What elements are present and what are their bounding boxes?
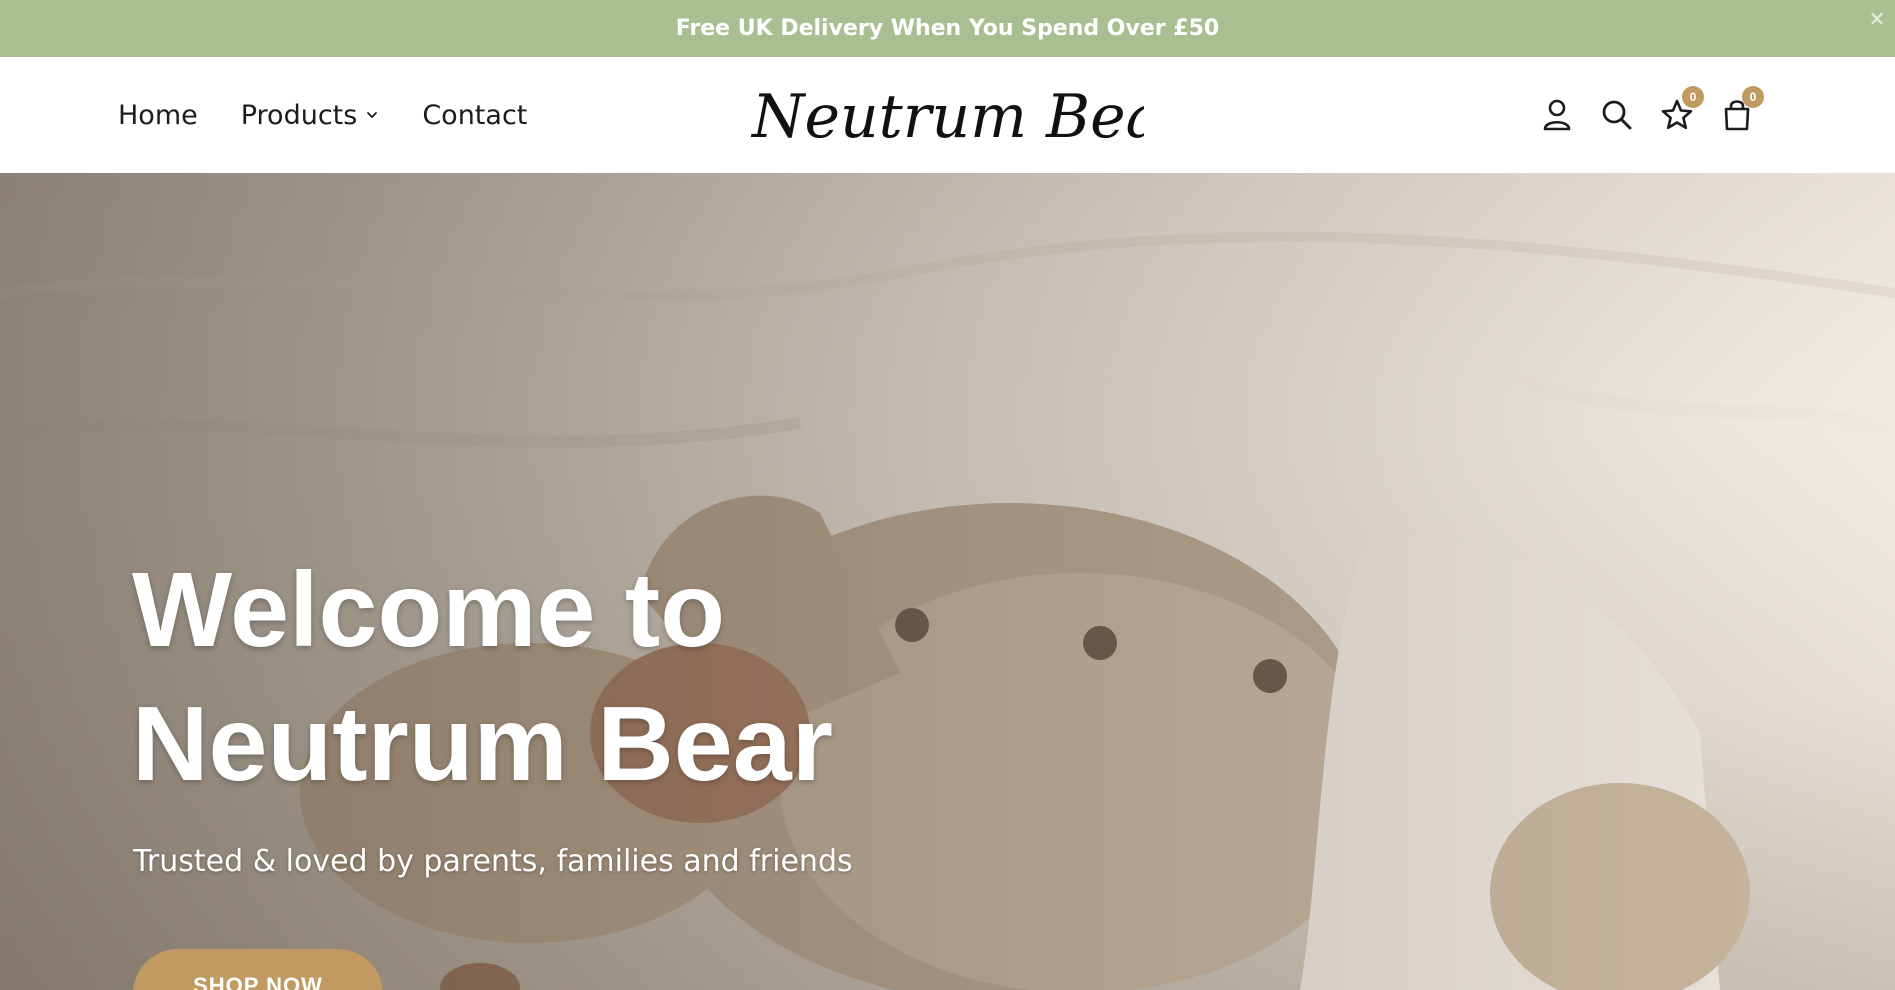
shop-now-label: SHOP NOW [193,973,323,990]
announcement-text: Free UK Delivery When You Spend Over £50 [675,16,1220,41]
account-button[interactable] [1538,96,1576,134]
logo-text: Neutrum Bear [750,82,1144,152]
search-button[interactable] [1598,96,1636,134]
site-logo[interactable]: Neutrum Bear [748,71,1193,163]
nav-item-products[interactable]: Products [241,100,380,131]
nav-home-label: Home [118,99,198,131]
cart-count-badge: 0 [1742,86,1764,108]
nav-item-contact[interactable]: Contact [422,100,527,131]
wishlist-count-badge: 0 [1682,86,1704,108]
header-actions: 0 0 [1538,57,1764,173]
announcement-bar: Free UK Delivery When You Spend Over £50… [0,0,1895,57]
close-icon[interactable]: × [1865,6,1889,30]
chevron-down-icon [367,112,378,118]
user-icon [1543,99,1571,131]
search-icon [1602,100,1632,130]
hero-title: Welcome to Neutrum Bear [132,543,1032,811]
hero-banner: Welcome to Neutrum Bear Trusted & loved … [0,173,1895,990]
hero-title-line2: Neutrum Bear [132,685,833,803]
site-header: Home Products Contact Neutrum Bear [0,57,1895,173]
cart-button[interactable]: 0 [1718,86,1764,134]
hero-title-line1: Welcome to [132,551,725,669]
hero-subtitle: Trusted & loved by parents, families and… [133,844,853,879]
logo-mark: Neutrum Bear [750,82,1193,152]
wishlist-button[interactable]: 0 [1658,86,1704,134]
nav-contact-label: Contact [422,99,528,131]
main-nav: Home Products Contact [118,57,527,173]
shop-now-button[interactable]: SHOP NOW [133,949,383,990]
nav-item-home[interactable]: Home [118,100,198,131]
nav-products-label: Products [240,99,358,131]
